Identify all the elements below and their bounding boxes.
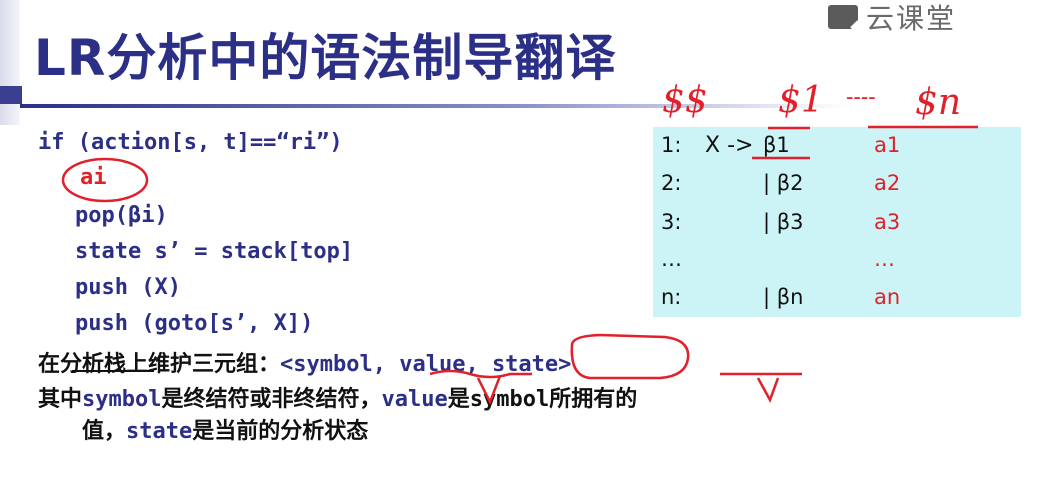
grammar-row-number: 3: xyxy=(661,210,682,234)
grammar-row: … … xyxy=(653,243,1021,277)
slide-title: LR分析中的语法制导翻译 xyxy=(34,29,617,87)
grammar-row: n: | βn an xyxy=(653,281,1021,315)
grammar-row-action: an xyxy=(874,285,901,309)
text-segment-code: symbol xyxy=(469,387,550,412)
text-segment: 是终结符或非终结符， xyxy=(161,387,382,412)
text-segment-code: <symbol, value, state> xyxy=(280,352,572,377)
grammar-row-action: a1 xyxy=(874,133,901,157)
check-mark-icon xyxy=(756,377,780,404)
text-segment: 在分析栈上维护三元组： xyxy=(38,352,281,377)
grammar-row-number: n: xyxy=(661,285,682,309)
text-segment: 是 xyxy=(447,387,470,412)
grammar-row: 2: | β2 a2 xyxy=(653,167,1021,201)
annotation-dots: ---- xyxy=(846,85,876,110)
grammar-row-action: a2 xyxy=(874,171,901,195)
grammar-row-number: … xyxy=(661,247,682,271)
grammar-row-rhs: | β3 xyxy=(763,210,804,234)
grammar-row-action: … xyxy=(874,247,895,271)
code-line-state: state s’ = stack[top] xyxy=(75,239,354,264)
annotation-dollar-dollar: $$ xyxy=(662,80,708,121)
grammar-row-action: a3 xyxy=(874,210,901,234)
accent-bar xyxy=(0,0,22,125)
slide: LR分析中的语法制导翻译 云课堂 if (action[s, t]==“ri”)… xyxy=(0,0,1042,503)
text-line-symbol: 其中symbol是终结符或非终结符，value是symbol所拥有的 xyxy=(38,381,637,413)
grammar-row-rhs: β1 xyxy=(763,133,790,157)
watermark-text: 云课堂 xyxy=(866,2,957,35)
annotation-dollar-1: $1 xyxy=(778,80,824,121)
text-segment-code: symbol xyxy=(82,387,162,412)
code-line-if: if (action[s, t]==“ri”) xyxy=(38,130,343,155)
grammar-row-number: 2: xyxy=(661,171,682,195)
grammar-row: 3: | β3 a3 xyxy=(653,206,1021,240)
text-segment: 其中 xyxy=(38,387,83,412)
code-line-push-x: push (X) xyxy=(75,275,181,300)
text-segment: 是当前的分析状态 xyxy=(192,419,369,444)
grammar-row-number: 1: xyxy=(661,133,682,157)
code-line-ai: ai xyxy=(80,165,107,190)
code-line-pop: pop(βi) xyxy=(75,203,168,228)
grammar-row: 1: X -> β1 a1 xyxy=(653,129,1021,163)
text-segment-code: value xyxy=(381,387,448,412)
text-line-state: 值，state是当前的分析状态 xyxy=(82,413,368,445)
cloud-classroom-logo-icon xyxy=(828,5,858,29)
grammar-box: 1: X -> β1 a1 2: | β2 a2 3: | β3 a3 … … … xyxy=(653,127,1021,317)
grammar-row-rhs: | β2 xyxy=(763,171,804,195)
watermark: 云课堂 xyxy=(828,0,957,35)
annotation-dollar-n: $n xyxy=(915,82,961,123)
text-line-triple: 在分析栈上维护三元组：<symbol, value, state> xyxy=(38,346,571,378)
grammar-row-lhs: X -> xyxy=(705,133,754,158)
grammar-row-rhs: | βn xyxy=(763,285,804,309)
code-line-push-goto: push (goto[s’, X]) xyxy=(75,311,314,336)
title-underline xyxy=(20,104,850,108)
text-segment: 所拥有的 xyxy=(549,387,638,412)
text-segment-code: state xyxy=(126,419,193,444)
circle-annotation-value xyxy=(570,333,690,380)
text-segment: 值， xyxy=(82,419,127,444)
